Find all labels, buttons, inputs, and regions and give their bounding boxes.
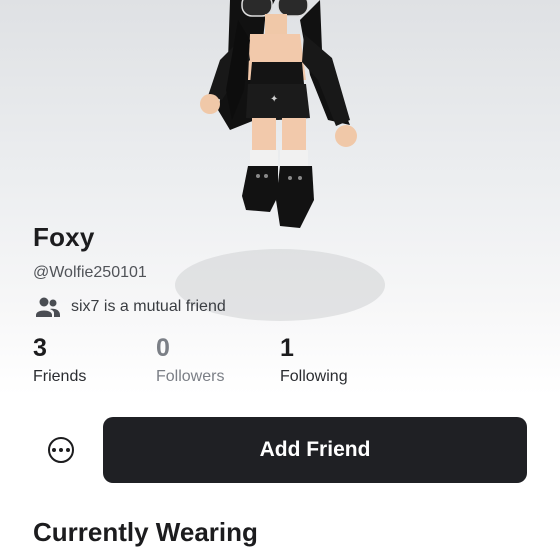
svg-text:✦: ✦ [270, 94, 278, 105]
dot [52, 448, 56, 452]
display-name: Foxy [33, 222, 95, 252]
following-count: 1 [280, 334, 294, 362]
following-label: Following [280, 368, 348, 385]
add-friend-button[interactable]: Add Friend [103, 417, 527, 483]
followers-count: 0 [156, 334, 170, 362]
dot [59, 448, 63, 452]
dot [66, 448, 70, 452]
followers-stat[interactable]: 0 Followers [156, 334, 224, 386]
ellipsis-circle-icon[interactable] [48, 437, 74, 463]
people-icon [35, 296, 61, 318]
followers-label: Followers [156, 368, 225, 385]
avatar-3d-render: ✦ [150, 0, 410, 330]
friends-count: 3 [33, 334, 47, 362]
currently-wearing-heading: Currently Wearing [33, 517, 258, 547]
mutual-friend-row[interactable]: six7 is a mutual friend [35, 296, 226, 318]
friends-stat[interactable]: 3 Friends [33, 334, 86, 386]
mutual-friend-text: six7 is a mutual friend [71, 298, 226, 315]
following-stat[interactable]: 1 Following [280, 334, 348, 386]
friends-label: Friends [33, 368, 87, 385]
username: @Wolfie250101 [33, 264, 147, 281]
